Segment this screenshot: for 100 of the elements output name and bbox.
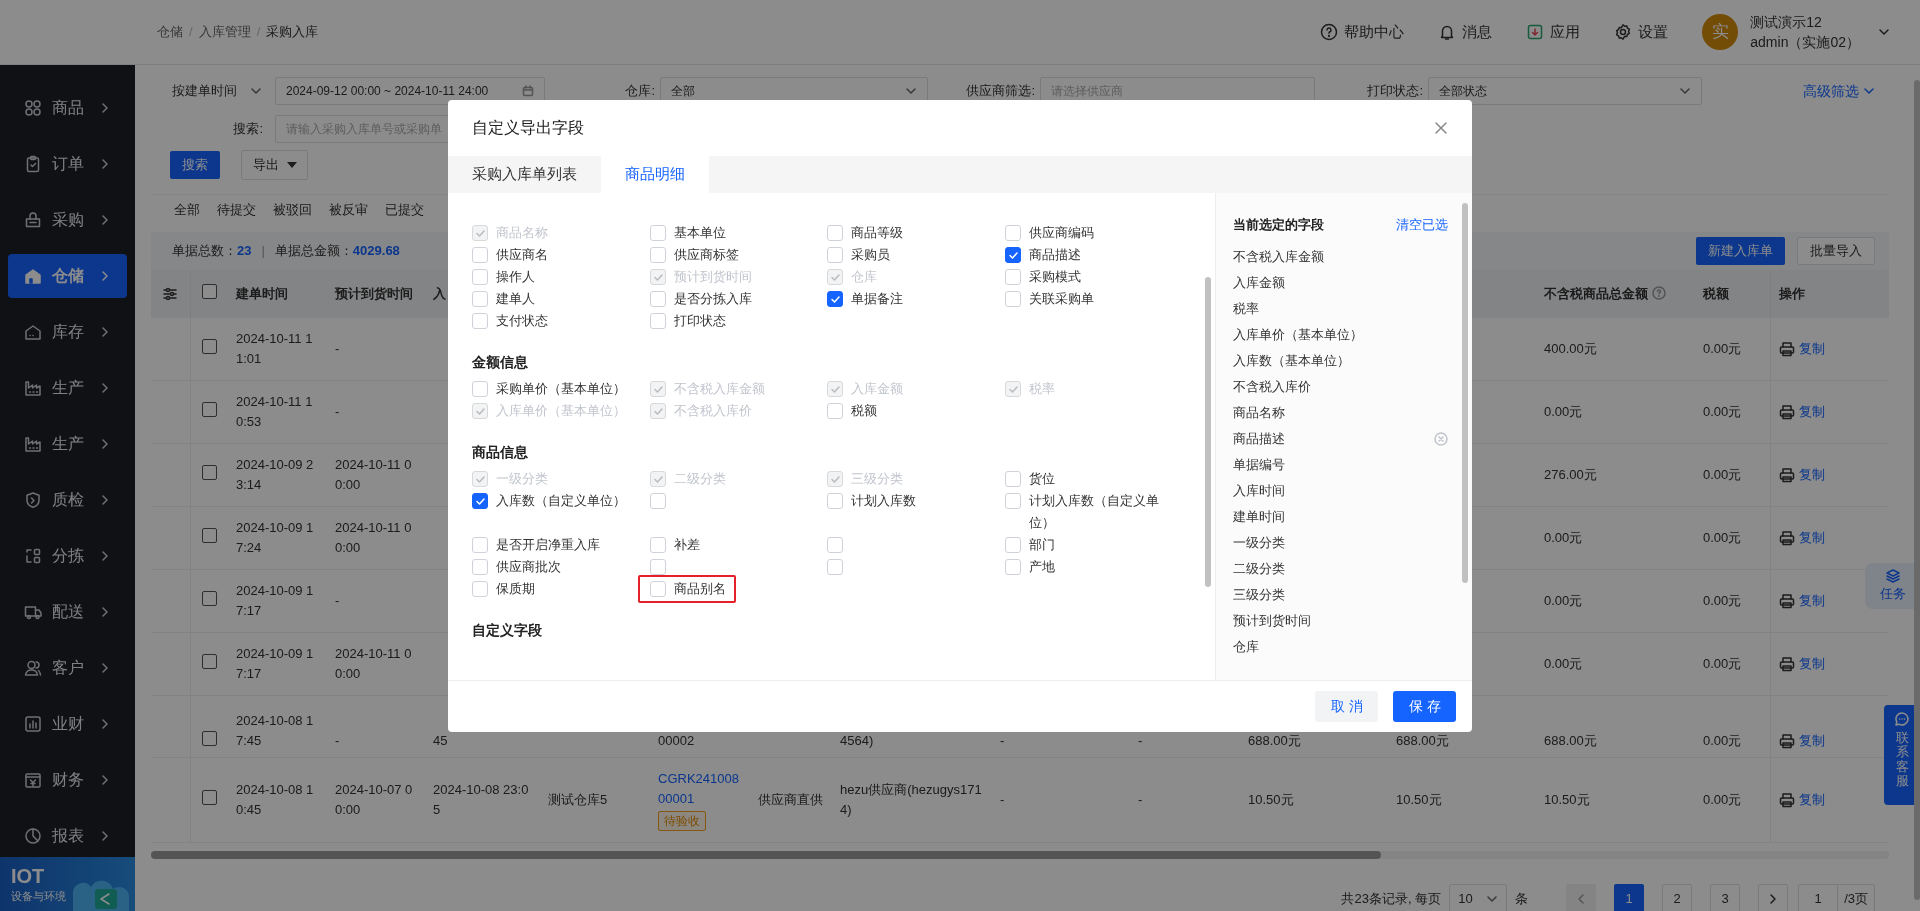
selected-field: 商品描述 [1233,429,1285,449]
table-cell: 10.50元 [1248,792,1294,807]
selected-field: 税率 [1233,299,1259,319]
field-label: 关联采购单 [1029,290,1094,308]
selected-field: 一级分类 [1233,533,1285,553]
field-label: 商品等级 [851,224,903,242]
panel-title: 当前选定的字段 [1233,216,1324,235]
table-cell: 2024-10-11 11:01 [236,331,313,366]
sidebar-label: 财务 [52,770,84,790]
table-cell: 0.00元 [1703,530,1742,545]
field-label: 计划入库数 [851,492,916,510]
column-header: 预计到货时间 [335,286,413,302]
breadcrumb-separator: / [256,23,261,42]
field-label: 部门 [1029,536,1055,554]
filter-label: 搜索: [232,120,264,139]
sidebar-label: 仓储 [52,266,84,286]
table-cell: 2024-10-11 00:00 [335,646,412,681]
field-label: 基本单位 [674,224,726,242]
selected-field: 入库数（基本单位） [1233,351,1350,371]
column-header: 操作 [1778,286,1805,302]
user-name: 测试演示12 [1750,13,1823,32]
table-cell: - [335,341,340,356]
summary-value: 4029.68 [352,242,400,261]
selected-field: 仓库 [1233,637,1259,657]
sidebar-label: 分拣 [52,546,84,566]
filter-label: 打印状态: [1366,82,1424,101]
summary-value: 23 [237,242,252,261]
field-label: 供应商编码 [1029,224,1094,242]
field-label: 是否开启净重入库 [496,536,600,554]
task-label: 任务 [1879,585,1906,604]
select-value: 10 [1458,890,1473,909]
selected-field: 三级分类 [1233,585,1285,605]
table-cell: - [1138,792,1143,807]
selected-field: 单据编号 [1233,455,1285,475]
field-label: 商品名称 [496,224,548,242]
select-value: 全部 [671,83,695,100]
date-range-value: 2024-09-12 00:00 ~ 2024-10-11 24:00 [286,83,489,100]
table-cell: 0.00元 [1703,341,1742,356]
table-cell: 2024-10-09 17:17 [236,646,314,681]
selected-field: 入库单价（基本单位） [1233,325,1363,345]
table-cell: 2024-10-11 00:00 [335,520,412,555]
selected-field: 建单时间 [1233,507,1285,527]
field-label: 采购员 [851,246,890,264]
table-cell: - [335,593,340,608]
sidebar-label: 报表 [52,826,84,846]
table-cell: 0.00元 [1703,733,1742,748]
table-cell: - [1000,733,1005,748]
field-label: 采购模式 [1029,268,1081,286]
table-cell: - [335,404,340,419]
field-label: 供应商标签 [674,246,739,264]
section-heading: 自定义字段 [472,621,543,640]
field-label: 二级分类 [674,470,726,488]
sidebar-label: 采购 [52,210,84,230]
field-label: 采购单价（基本单位） [496,380,626,398]
field-label: 商品别名 [674,580,726,598]
field-label: 供应商批次 [496,558,561,576]
sidebar-label: 质检 [52,490,84,510]
field-label: 不含税入库金额 [674,380,765,398]
table-cell: 0.00元 [1544,404,1583,419]
table-cell: hezu供应商(hezugys1714) [840,782,982,817]
table-cell: 0.00元 [1703,467,1742,482]
banner-title: IOT [11,864,45,889]
field-label: 入库数（自定义单位） [496,492,626,510]
field-label: 支付状态 [496,312,548,330]
summary-label: 单据总金额： [274,242,353,261]
selected-field: 不含税入库金额 [1233,247,1324,267]
user-account: admin（实施02） [1750,33,1860,52]
table-cell: - [335,733,340,748]
table-cell: 2024-10-08 10:45 [236,782,314,817]
selected-field: 入库时间 [1233,481,1285,501]
selected-field: 入库金额 [1233,273,1285,293]
field-label: 建单人 [496,290,535,308]
table-cell: 2024-10-08 17:45 [236,713,314,748]
table-cell: 10.50元 [1544,792,1590,807]
field-label: 保质期 [496,580,535,598]
sidebar-label: 业财 [52,714,84,734]
table-cell: 2024-10-09 17:24 [236,520,314,555]
field-label: 计划入库数（自定义单位） [1029,492,1160,532]
selected-field: 不含税入库价 [1233,377,1311,397]
field-label: 打印状态 [674,312,726,330]
sidebar-label: 生产 [52,434,84,454]
table-cell: 0.00元 [1703,593,1742,608]
table-cell: 2024-10-09 17:17 [236,583,314,618]
field-label: 货位 [1029,470,1055,488]
section-heading: 金额信息 [472,353,529,372]
field-label: 税额 [851,402,877,420]
field-label: 补差 [674,536,700,554]
field-label: 不含税入库价 [674,402,752,420]
table-cell: 0.00元 [1703,404,1742,419]
field-label: 商品描述 [1029,246,1081,264]
table-cell: 4564) [840,733,874,748]
table-cell: 400.00元 [1544,341,1597,356]
field-label: 产地 [1029,558,1055,576]
summary-separator: | [261,242,265,261]
table-cell: 0.00元 [1703,792,1742,807]
table-cell: 688.00元 [1544,733,1597,748]
table-cell: 供应商直供 [758,792,823,807]
filter-label: 供应商筛选: [965,82,1036,101]
table-cell: 2024-10-11 10:53 [236,394,313,429]
sidebar-label: 商品 [52,98,84,118]
